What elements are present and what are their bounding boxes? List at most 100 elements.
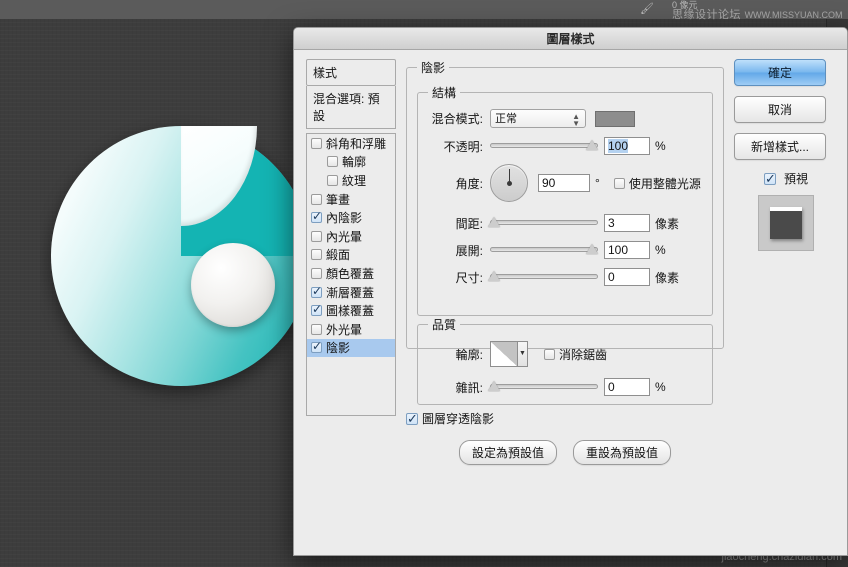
brush-tool-icon: 🖌 — [627, 0, 667, 19]
spread-slider[interactable] — [490, 243, 598, 257]
size-slider[interactable] — [490, 270, 598, 284]
style-item-color-overlay[interactable]: 顏色覆蓋 — [307, 264, 395, 283]
contour-row: 輪廓: ▼ 消除鋸齒 — [428, 341, 702, 367]
watermark-top-url: WWW.MISSYUAN.COM — [745, 10, 843, 20]
checkbox-bevel-emboss[interactable] — [311, 138, 322, 149]
new-style-button[interactable]: 新增樣式... — [734, 133, 826, 160]
spread-label: 展開: — [428, 242, 490, 259]
ok-button[interactable]: 確定 — [734, 59, 826, 86]
watermark-top-brand: 思缘设计论坛 — [672, 9, 741, 21]
slider-track — [490, 247, 598, 252]
checkbox-gradient-overlay[interactable] — [311, 287, 322, 298]
blend-mode-select[interactable]: 正常 ▲▼ — [490, 109, 586, 128]
opacity-input[interactable]: 100 — [604, 137, 650, 155]
chevron-updown-icon: ▲▼ — [572, 113, 580, 127]
style-item-inner-shadow[interactable]: 內陰影 — [307, 208, 395, 227]
style-item-inner-glow[interactable]: 內光暈 — [307, 227, 395, 246]
checkbox-inner-shadow[interactable] — [311, 212, 322, 223]
noise-label: 雜訊: — [428, 379, 490, 396]
style-label: 顏色覆蓋 — [326, 265, 374, 282]
noise-input[interactable] — [604, 378, 650, 396]
checkbox-preview[interactable] — [764, 173, 776, 185]
make-default-button[interactable]: 設定為預設值 — [459, 440, 557, 465]
checkbox-texture[interactable] — [327, 175, 338, 186]
slider-knob[interactable] — [488, 217, 500, 227]
slider-track — [490, 143, 598, 148]
checkbox-use-global-light[interactable] — [614, 178, 625, 189]
checkbox-drop-shadow[interactable] — [311, 342, 322, 353]
distance-input[interactable] — [604, 214, 650, 232]
cancel-button[interactable]: 取消 — [734, 96, 826, 123]
slider-knob[interactable] — [488, 271, 500, 281]
preview-label: 預視 — [784, 170, 808, 187]
style-label: 外光暈 — [326, 321, 362, 338]
opacity-slider[interactable] — [490, 139, 598, 153]
size-unit: 像素 — [655, 269, 679, 286]
checkbox-outer-glow[interactable] — [311, 324, 322, 335]
size-label: 尺寸: — [428, 269, 490, 286]
slider-knob[interactable] — [586, 244, 598, 254]
slider-track — [490, 274, 598, 279]
distance-label: 間距: — [428, 215, 490, 232]
slider-knob[interactable] — [586, 140, 598, 150]
style-item-gradient-overlay[interactable]: 漸層覆蓋 — [307, 283, 395, 302]
spread-row: 展開: % — [428, 241, 702, 259]
style-item-pattern-overlay[interactable]: 圖樣覆蓋 — [307, 301, 395, 320]
distance-slider[interactable] — [490, 216, 598, 230]
contour-curve-icon — [491, 342, 518, 366]
quality-group-legend: 品質 — [428, 316, 460, 333]
preset-buttons-row: 設定為預設值 重設為預設值 — [406, 440, 724, 465]
blend-mode-label: 混合模式: — [428, 110, 490, 127]
knockout-label: 圖層穿透陰影 — [422, 410, 494, 427]
contour-label: 輪廓: — [428, 346, 490, 363]
checkbox-contour[interactable] — [327, 156, 338, 167]
style-label: 紋理 — [342, 172, 366, 189]
style-item-satin[interactable]: 緞面 — [307, 246, 395, 265]
checkbox-layer-knockout-shadow[interactable] — [406, 413, 418, 425]
blending-options-item[interactable]: 混合選項: 預設 — [306, 86, 396, 129]
angle-input[interactable] — [538, 174, 590, 192]
opacity-value: 100 — [608, 139, 628, 153]
style-item-drop-shadow[interactable]: 陰影 — [307, 339, 395, 358]
noise-slider[interactable] — [490, 380, 598, 394]
style-label: 斜角和浮雕 — [326, 135, 386, 152]
checkbox-stroke[interactable] — [311, 194, 322, 205]
angle-label: 角度: — [428, 175, 490, 192]
artwork-inner-circle — [191, 243, 275, 327]
slider-knob[interactable] — [488, 381, 500, 391]
opacity-label: 不透明: — [428, 138, 490, 155]
shadow-color-swatch[interactable] — [595, 111, 635, 127]
spread-input[interactable] — [604, 241, 650, 259]
blend-mode-row: 混合模式: 正常 ▲▼ — [428, 109, 702, 128]
styles-list[interactable]: 斜角和浮雕 輪廓 紋理 筆畫 — [306, 133, 396, 416]
checkbox-pattern-overlay[interactable] — [311, 305, 322, 316]
chevron-down-icon[interactable]: ▼ — [518, 342, 527, 366]
checkbox-color-overlay[interactable] — [311, 268, 322, 279]
antialias-label: 消除鋸齒 — [559, 346, 607, 363]
checkbox-inner-glow[interactable] — [311, 231, 322, 242]
contour-picker[interactable]: ▼ — [490, 341, 528, 367]
opacity-unit: % — [655, 139, 666, 153]
style-item-contour[interactable]: 輪廓 — [307, 153, 395, 172]
angle-dial[interactable] — [490, 164, 528, 202]
style-item-outer-glow[interactable]: 外光暈 — [307, 320, 395, 339]
reset-default-button[interactable]: 重設為預設值 — [573, 440, 671, 465]
style-item-texture[interactable]: 紋理 — [307, 171, 395, 190]
size-input[interactable] — [604, 268, 650, 286]
style-label: 漸層覆蓋 — [326, 284, 374, 301]
style-item-stroke[interactable]: 筆畫 — [307, 190, 395, 209]
shadow-group-legend: 陰影 — [417, 59, 449, 76]
style-label: 陰影 — [326, 339, 350, 356]
style-label: 內光暈 — [326, 228, 362, 245]
checkbox-antialias[interactable] — [544, 349, 555, 360]
preview-toggle-row: 預視 — [734, 170, 838, 187]
quality-group: 品質 輪廓: ▼ 消除鋸齒 雜訊: — [417, 316, 713, 405]
checkbox-satin[interactable] — [311, 249, 322, 260]
angle-center-dot — [507, 181, 512, 186]
dialog-body: 樣式 混合選項: 預設 斜角和浮雕 輪廓 紋理 — [294, 50, 847, 556]
blend-mode-value: 正常 — [495, 113, 517, 125]
dialog-title: 圖層樣式 — [294, 28, 847, 50]
noise-row: 雜訊: % — [428, 378, 702, 396]
knockout-row: 圖層穿透陰影 — [406, 410, 494, 427]
style-item-bevel-emboss[interactable]: 斜角和浮雕 — [307, 134, 395, 153]
